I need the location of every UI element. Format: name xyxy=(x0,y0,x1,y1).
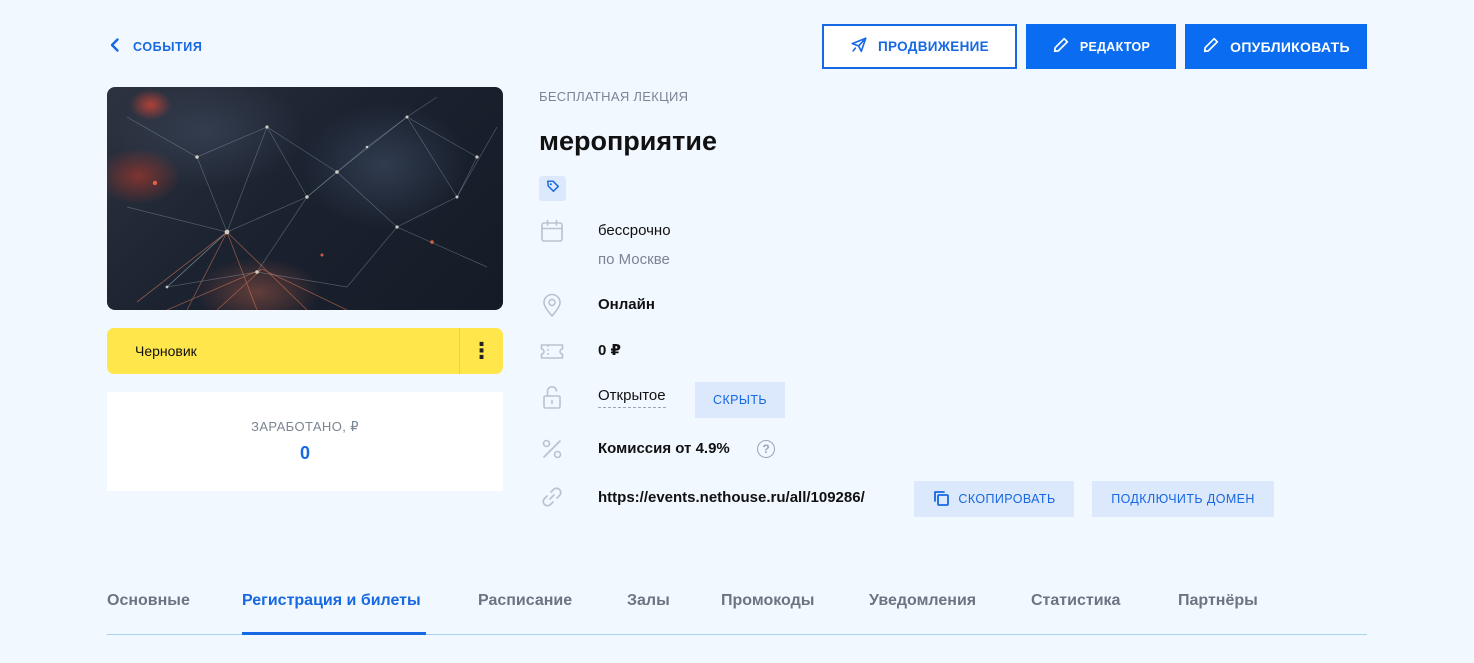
link-icon xyxy=(539,484,565,510)
editor-button[interactable]: РЕДАКТОР xyxy=(1026,24,1176,69)
paper-plane-icon xyxy=(850,36,868,57)
event-category: БЕСПЛАТНАЯ ЛЕКЦИЯ xyxy=(539,89,689,104)
access-type[interactable]: Открытое xyxy=(598,387,666,408)
tab-schedule[interactable]: Расписание xyxy=(478,592,572,610)
hide-button[interactable]: СКРЫТЬ xyxy=(695,382,785,418)
ticket-icon xyxy=(539,338,565,364)
back-to-events-link[interactable]: СОБЫТИЯ xyxy=(107,37,202,56)
event-timezone: по Москве xyxy=(598,251,670,268)
active-tab-indicator xyxy=(242,632,426,635)
event-price: 0 ₽ xyxy=(598,342,621,359)
tab-halls[interactable]: Залы xyxy=(627,592,670,610)
publish-button-label: ОПУБЛИКОВАТЬ xyxy=(1230,38,1350,55)
help-icon[interactable]: ? xyxy=(757,440,775,458)
header-actions: ПРОДВИЖЕНИЕ РЕДАКТОР ОПУБЛИКОВАТЬ xyxy=(822,24,1367,69)
tab-registration-tickets[interactable]: Регистрация и билеты xyxy=(242,592,421,610)
tag-button[interactable] xyxy=(539,176,566,201)
unlock-icon xyxy=(539,384,565,410)
draft-status-bar: Черновик ⋮ xyxy=(107,328,503,374)
tab-basic[interactable]: Основные xyxy=(107,592,190,610)
event-tabs: Основные Регистрация и билеты Расписание… xyxy=(107,577,1367,635)
promotion-button-label: ПРОДВИЖЕНИЕ xyxy=(878,39,989,54)
location-pin-icon xyxy=(539,292,565,318)
earnings-card: ЗАРАБОТАНО, ₽ 0 xyxy=(107,392,503,491)
chevron-left-icon xyxy=(107,37,123,56)
tab-promocodes[interactable]: Промокоды xyxy=(721,592,814,610)
tag-icon xyxy=(546,179,560,198)
tab-notifications[interactable]: Уведомления xyxy=(869,592,976,610)
copy-button-label: СКОПИРОВАТЬ xyxy=(958,492,1056,506)
status-label: Черновик xyxy=(135,343,197,359)
percent-icon xyxy=(539,436,565,462)
copy-icon xyxy=(932,489,950,510)
pencil-icon xyxy=(1202,36,1220,57)
tab-partners[interactable]: Партнёры xyxy=(1178,592,1258,610)
editor-button-label: РЕДАКТОР xyxy=(1079,39,1151,54)
event-date: бессрочно xyxy=(598,222,671,239)
calendar-icon xyxy=(539,218,565,244)
hide-button-label: СКРЫТЬ xyxy=(713,393,767,407)
promotion-button[interactable]: ПРОДВИЖЕНИЕ xyxy=(822,24,1017,69)
earnings-label: ЗАРАБОТАНО, ₽ xyxy=(251,419,359,434)
back-link-label: СОБЫТИЯ xyxy=(133,39,203,54)
tab-statistics[interactable]: Статистика xyxy=(1031,592,1120,610)
event-url[interactable]: https://events.nethouse.ru/all/109286/ xyxy=(598,489,865,506)
access-type-row: Открытое xyxy=(598,387,666,408)
status-menu-button[interactable]: ⋮ xyxy=(459,328,503,374)
copy-link-button[interactable]: СКОПИРОВАТЬ xyxy=(914,481,1074,517)
publish-button[interactable]: ОПУБЛИКОВАТЬ xyxy=(1185,24,1367,69)
pencil-icon xyxy=(1052,36,1070,57)
connect-domain-button[interactable]: ПОДКЛЮЧИТЬ ДОМЕН xyxy=(1092,481,1274,517)
commission-text: Комиссия от 4.9% xyxy=(598,440,730,457)
event-location: Онлайн xyxy=(598,296,655,313)
event-title: мероприятие xyxy=(539,126,717,156)
earnings-value: 0 xyxy=(299,443,310,463)
connect-domain-label: ПОДКЛЮЧИТЬ ДОМЕН xyxy=(1111,492,1255,506)
event-cover-image xyxy=(107,87,503,310)
